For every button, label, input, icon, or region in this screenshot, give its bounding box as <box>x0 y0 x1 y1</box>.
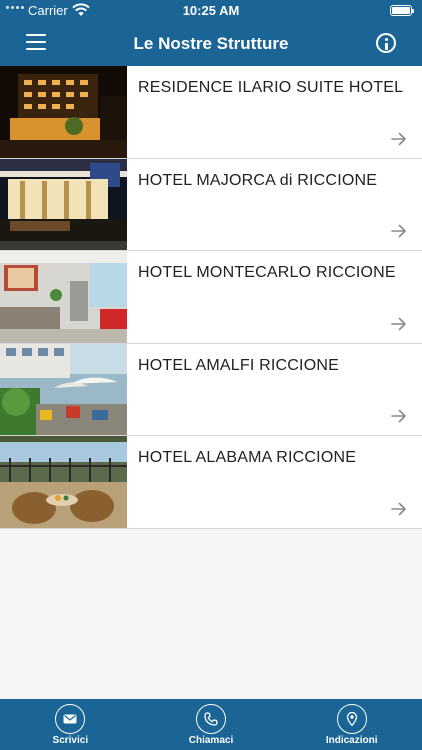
status-bar: Carrier 10:25 AM <box>0 0 422 22</box>
arrow-right-icon <box>391 224 406 238</box>
tab-chiamaci[interactable]: Chiamaci <box>141 699 282 750</box>
tab-label: Indicazioni <box>325 735 378 746</box>
hotel-photo <box>0 158 127 250</box>
hotel-photo <box>0 66 127 158</box>
arrow-right-icon <box>391 409 406 423</box>
hotel-list: RESIDENCE ILARIO SUITE HOTEL HOTEL MAJOR… <box>0 66 422 529</box>
hotel-row[interactable]: HOTEL MAJORCA di RICCIONE <box>0 158 422 251</box>
hotel-row[interactable]: HOTEL ALABAMA RICCIONE <box>0 436 422 529</box>
tab-label: Chiamaci <box>188 735 234 746</box>
tab-scrivici[interactable]: Scrivici <box>0 699 141 750</box>
arrow-right-icon <box>391 132 406 145</box>
hotel-name: HOTEL AMALFI RICCIONE <box>138 356 339 374</box>
navigation-bar: Le Nostre Strutture <box>0 22 422 66</box>
hotel-name: HOTEL ALABAMA RICCIONE <box>138 449 357 466</box>
envelope-icon <box>55 704 86 734</box>
arrow-right-icon <box>391 317 406 330</box>
hotel-row[interactable]: RESIDENCE ILARIO SUITE HOTEL <box>0 66 422 159</box>
tab-label: Scrivici <box>52 735 89 746</box>
hotel-row[interactable]: HOTEL MONTECARLO RICCIONE <box>0 251 422 344</box>
hotel-row[interactable]: HOTEL AMALFI RICCIONE <box>0 343 422 436</box>
status-time: 10:25 AM <box>182 3 240 18</box>
hotel-name: HOTEL MAJORCA di RICCIONE <box>138 171 378 189</box>
tab-indicazioni[interactable]: Indicazioni <box>281 699 422 750</box>
info-icon[interactable] <box>376 33 396 53</box>
phone-icon <box>196 704 226 734</box>
arrow-right-icon <box>391 502 406 515</box>
hotel-photo <box>0 436 127 528</box>
battery-icon <box>390 5 414 16</box>
hotel-name: RESIDENCE ILARIO SUITE HOTEL <box>138 79 404 96</box>
hotel-photo <box>0 343 127 435</box>
hotel-name: HOTEL MONTECARLO RICCIONE <box>138 264 396 281</box>
map-pin-icon <box>336 704 367 734</box>
hotel-photo <box>0 251 127 343</box>
page-title: Le Nostre Strutture <box>133 34 289 53</box>
bottom-tab-bar: Scrivici Chiamaci Indicazioni <box>0 699 422 750</box>
